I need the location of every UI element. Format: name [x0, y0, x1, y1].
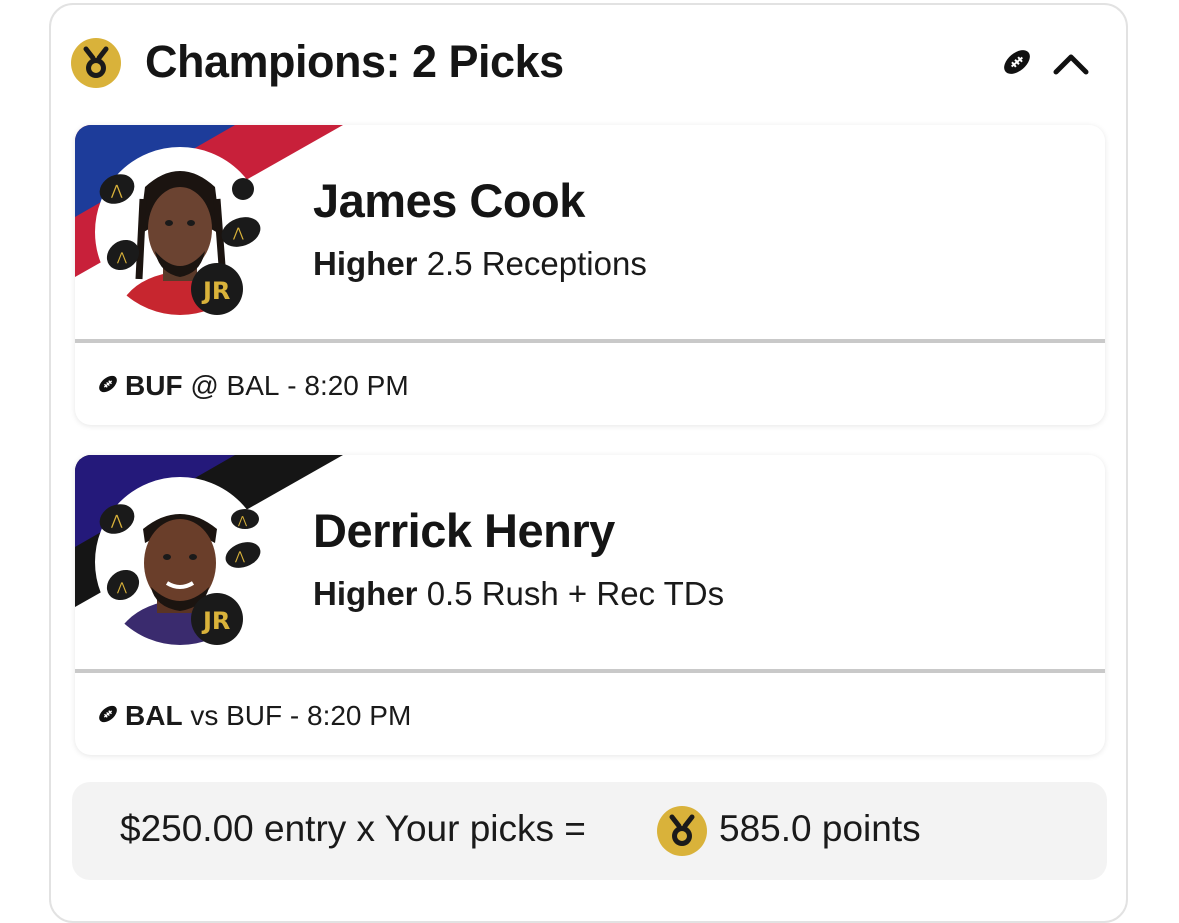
divider	[75, 669, 1105, 673]
pick-direction: Higher	[313, 245, 418, 282]
opponent-abbr: BUF	[226, 700, 283, 731]
svg-text:⋀: ⋀	[232, 226, 244, 241]
pick-line: Higher 0.5 Rush + Rec TDs	[313, 575, 724, 613]
pick-line: Higher 2.5 Receptions	[313, 245, 647, 283]
divider	[75, 339, 1105, 343]
payout-summary: $250.00 entry x Your picks = 585.0 point…	[72, 782, 1107, 880]
player-avatar: ⋀ ⋀ ⋀ ⋀ JR	[95, 477, 265, 647]
pick-stat-line: 0.5 Rush + Rec TDs	[426, 575, 725, 612]
team-abbr: BAL	[125, 700, 183, 731]
football-icon	[97, 370, 119, 402]
team-abbr: BUF	[125, 370, 183, 401]
card-title: Champions: 2 Picks	[145, 36, 564, 87]
pick-card[interactable]: ⋀ ⋀ ⋀ JR James Cook Higher 2.5 Reception…	[75, 125, 1105, 425]
svg-text:⋀: ⋀	[116, 250, 127, 264]
game-time: 8:20 PM	[304, 370, 409, 401]
football-icon[interactable]	[1001, 46, 1033, 83]
player-avatar: ⋀ ⋀ ⋀ JR	[95, 147, 265, 317]
chevron-up-icon[interactable]	[1051, 46, 1091, 82]
svg-text:JR: JR	[201, 607, 230, 635]
player-name: Derrick Henry	[313, 504, 615, 557]
svg-text:⋀: ⋀	[234, 549, 245, 563]
svg-text:⋀: ⋀	[237, 514, 248, 527]
svg-text:⋀: ⋀	[110, 513, 123, 529]
pick-card[interactable]: ⋀ ⋀ ⋀ ⋀ JR Derrick Henry Higher 0.5 Rush…	[75, 455, 1105, 755]
player-name: James Cook	[313, 174, 585, 227]
matchup-separator: @	[190, 370, 219, 401]
football-icon	[97, 700, 119, 732]
pick-direction: Higher	[313, 575, 418, 612]
opponent-abbr: BAL	[226, 370, 280, 401]
medal-icon	[657, 806, 707, 856]
matchup-separator: vs	[190, 700, 219, 731]
game-time: 8:20 PM	[307, 700, 412, 731]
matchup: BAL vs BUF - 8:20 PM	[97, 700, 411, 732]
svg-text:⋀: ⋀	[110, 183, 123, 199]
card-header: Champions: 2 Picks	[0, 0, 1179, 120]
medal-icon	[71, 38, 121, 88]
svg-text:JR: JR	[201, 277, 230, 305]
payout-points: 585.0 points	[719, 808, 921, 849]
matchup: BUF @ BAL - 8:20 PM	[97, 370, 409, 402]
pick-stat-line: 2.5 Receptions	[426, 245, 647, 282]
svg-text:⋀: ⋀	[116, 580, 127, 594]
payout-entry-text: $250.00 entry x Your picks =	[120, 808, 586, 849]
